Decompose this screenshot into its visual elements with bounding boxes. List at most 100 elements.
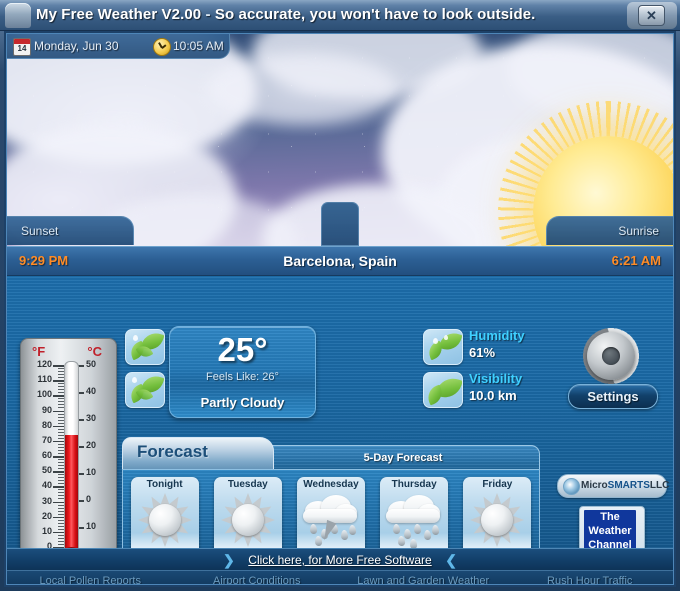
forecast-tab-row: 5-Day Forecast Forecast	[122, 437, 540, 471]
location-name: Barcelona, Spain	[283, 253, 397, 269]
stat-label: Humidity	[469, 328, 525, 343]
settings-button-label: Settings	[587, 389, 639, 404]
forecast-day-name: Friday	[482, 479, 513, 490]
thermometer-tick-label: 110	[37, 374, 52, 385]
thermometer-tick-label: 20	[86, 440, 97, 450]
thermometer-tick-f: 60	[25, 450, 65, 460]
thermometer-fahrenheit-scale: 120 110 100 90 80 70 60 50 40 30 20 10 0	[25, 359, 65, 553]
stat-humidity: Humidity 61%	[423, 328, 575, 369]
status-bar-link[interactable]: Lawn and Garden Weather	[340, 575, 507, 584]
current-date: Monday, Jun 30	[34, 39, 119, 53]
chevron-right-icon: ❯	[223, 552, 235, 568]
wind-direction-icon	[125, 329, 165, 365]
gear-hole	[602, 347, 620, 365]
stat-visibility: Visibility 10.0 km	[423, 371, 575, 412]
close-button[interactable]: ✕	[638, 5, 665, 26]
thermometer-fahrenheit-label: °F	[32, 344, 46, 359]
status-bar-link[interactable]: Airport Conditions	[174, 575, 341, 584]
forecast-weather-icon	[214, 491, 282, 548]
ms-pre: Micro	[581, 480, 608, 491]
promo-link-bar: Click here, for More Free Software ❯ ❮	[7, 548, 673, 571]
title-separator: -	[205, 6, 211, 23]
rain-drop	[392, 523, 401, 535]
ms-post: LLC	[649, 480, 670, 491]
thermometer-tick-label: 0	[86, 494, 92, 504]
visibility-icon	[423, 372, 463, 408]
forecast-weather-icon	[131, 491, 199, 548]
settings-button[interactable]: Settings	[568, 384, 658, 409]
thermometer-tick-f: 30	[25, 496, 65, 506]
current-temperature: 25°	[217, 331, 268, 368]
sun-disc-icon	[148, 503, 181, 536]
current-condition-text: Partly Cloudy	[200, 395, 285, 410]
microsmarts-swirl-icon	[563, 478, 580, 495]
thermometer-tick-label: 30	[86, 413, 97, 423]
thermometer-tick-f: 10	[25, 526, 65, 536]
sunrise-time: 6:21 AM	[611, 253, 661, 268]
thermometer-tick-label: 120	[36, 359, 52, 369]
tw-line1: The	[600, 511, 620, 523]
thermometer-celsius-label: °C	[87, 344, 102, 359]
microsmarts-logo-text: MicroSMARTSLLC	[581, 475, 669, 497]
main-panel: °F °C 120 110 100 90 80 70 60 50 40 30 20 10 0 50 40 3…	[7, 274, 673, 578]
sun-disc-icon	[231, 503, 264, 536]
title-bar: My Free Weather V2.00 - So accurate, you…	[0, 0, 680, 31]
thermometer-tick-label: 20	[41, 510, 52, 521]
calendar-icon: 14	[13, 38, 31, 56]
rain-drop	[309, 523, 318, 535]
date-time-bar: 14 Monday, Jun 30 10:05 AM	[7, 34, 230, 59]
app-frame-inner: 14 Monday, Jun 30 10:05 AM Sunset Sunris…	[6, 33, 674, 585]
thermometer-tick-f: 100	[25, 389, 65, 399]
cloud-shape	[207, 54, 397, 124]
current-time: 10:05 AM	[173, 39, 224, 53]
thermometer-tick-f: 20	[25, 511, 65, 521]
thermometer-tick-label: 30	[41, 495, 52, 506]
sun-times-strip: Sunset Sunrise	[7, 202, 673, 246]
forecast-strip: 5-Day Forecast	[267, 445, 540, 471]
thermometer-tick-label: 10	[41, 525, 52, 536]
forecast-day-name: Thursday	[391, 479, 437, 490]
forecast-day-name: Tuesday	[227, 479, 268, 490]
sun-disc-icon	[481, 503, 514, 536]
rain-drop	[423, 529, 432, 541]
thermometer-tick-f: 110	[25, 374, 65, 384]
app-frame: 14 Monday, Jun 30 10:05 AM Sunset Sunris…	[4, 31, 676, 587]
promo-link[interactable]: Click here, for More Free Software	[7, 549, 673, 571]
status-bar-link[interactable]: Rush Hour Traffic	[507, 575, 674, 584]
thermometer-tick-label: 10	[86, 521, 97, 531]
sunset-label: Sunset	[7, 216, 134, 245]
ms-mid: SMARTS	[607, 480, 650, 491]
status-bar-link[interactable]: Local Pollen Reports	[7, 575, 174, 584]
cloud-base	[386, 509, 441, 523]
thermometer-tick-label: 70	[41, 434, 52, 445]
status-bar: Local Pollen Reports Airport Conditions La…	[7, 570, 674, 584]
rain-drop	[403, 528, 412, 540]
window-title-text: My Free Weather V2.00	[36, 6, 202, 23]
tab-forecast[interactable]: Forecast	[122, 437, 274, 471]
sunrise-label: Sunrise	[546, 216, 673, 245]
chevron-left-icon: ❮	[445, 552, 457, 568]
clock-icon	[153, 38, 171, 56]
tw-line2: Weather	[588, 525, 632, 537]
forecast-tab-label: Forecast	[137, 442, 208, 461]
forecast-day-name: Wednesday	[303, 479, 359, 490]
thermometer-tick-label: 40	[86, 386, 97, 396]
forecast-day-name: Tonight	[146, 479, 183, 490]
gear-icon[interactable]	[582, 327, 640, 385]
humidity-icon	[423, 329, 463, 365]
window-icon	[5, 3, 31, 28]
thermometer-tick-f: 120	[25, 359, 65, 369]
forecast-weather-icon	[463, 491, 531, 548]
thermometer-tick-label: 100	[36, 389, 52, 400]
thermometer-tick-label: 50	[41, 465, 52, 476]
location-bar: 9:29 PM Barcelona, Spain 6:21 AM	[7, 246, 673, 276]
microsmarts-logo: MicroSMARTSLLC	[557, 474, 669, 498]
rain-drop	[431, 524, 440, 536]
thermometer-tick-label: 80	[41, 419, 52, 430]
forecast-strip-label: 5-Day Forecast	[363, 452, 443, 464]
thermometer: °F °C 120 110 100 90 80 70 60 50 40 30 20 10 0 50 40 3…	[20, 338, 117, 576]
window-tagline: So accurate, you won't have to look outs…	[214, 6, 536, 23]
rain-drop	[413, 523, 422, 535]
thermometer-tick-label: 40	[41, 480, 52, 491]
stat-value: 61%	[469, 345, 496, 360]
